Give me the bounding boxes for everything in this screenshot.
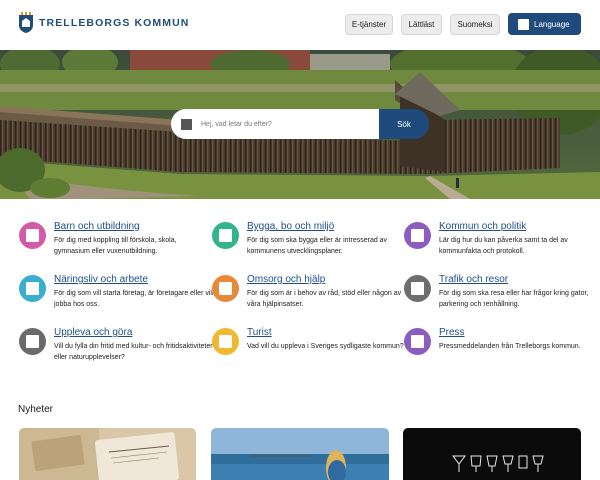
category-press[interactable]: Press Pressmeddelanden från Trelleborgs … (404, 327, 584, 371)
category-naringsliv-och-arbete[interactable]: Näringsliv och arbete För dig som vill s… (19, 274, 214, 318)
search-bar: Hej, vad letar du efter? Sök (171, 109, 429, 139)
category-bygga-bo-och-miljo[interactable]: Bygga, bo och miljö För dig som ska bygg… (212, 221, 392, 265)
category-description: Vad vill du uppleva i Sveriges sydligast… (247, 343, 404, 350)
category-title[interactable]: Press (439, 327, 465, 338)
category-icon (212, 275, 239, 302)
category-description: För dig som vill starta företag, är före… (54, 290, 214, 308)
category-title[interactable]: Näringsliv och arbete (54, 274, 148, 285)
category-description: För dig med koppling till förskola, skol… (54, 237, 177, 255)
news-card-image[interactable] (211, 428, 389, 480)
category-description: Vill du fylla din fritid med kultur- och… (54, 343, 213, 361)
category-title[interactable]: Trafik och resor (439, 274, 508, 285)
category-icon (404, 222, 431, 249)
news-card-image[interactable] (403, 428, 581, 480)
hero-banner: Hej, vad letar du efter? Sök (0, 50, 600, 199)
logo-text: TRELLEBORGS KOMMUN (39, 17, 190, 29)
language-icon (518, 18, 529, 30)
search-icon (181, 118, 192, 130)
category-trafik-och-resor[interactable]: Trafik och resor För dig som ska resa el… (404, 274, 588, 318)
site-logo[interactable]: TRELLEBORGS KOMMUN (18, 12, 189, 34)
news-card-image[interactable] (19, 428, 196, 480)
news-image-2 (211, 428, 389, 480)
category-barn-och-utbildning[interactable]: Barn och utbildning För dig med koppling… (19, 221, 199, 265)
category-description: För dig som ska bygga eller är intresser… (247, 237, 388, 255)
category-title[interactable]: Bygga, bo och miljö (247, 221, 334, 232)
category-description: För dig som är i behov av råd, stöd elle… (247, 290, 402, 308)
category-description: För dig som ska resa eller har frågor kr… (439, 290, 589, 308)
category-description: Lär dig hur du kan påverka samt ta del a… (439, 237, 568, 255)
category-turist[interactable]: Turist Vad vill du uppleva i Sveriges sy… (212, 327, 404, 371)
finnish-button[interactable]: Suomeksi (450, 14, 500, 35)
language-button[interactable]: Language (508, 13, 581, 35)
category-description: Pressmeddelanden från Trelleborgs kommun… (439, 343, 581, 350)
category-title[interactable]: Barn och utbildning (54, 221, 140, 232)
category-icon (19, 328, 46, 355)
category-icon (212, 328, 239, 355)
category-omsorg-och-hjalp[interactable]: Omsorg och hjälp För dig som är i behov … (212, 274, 401, 318)
category-icon (404, 275, 431, 302)
news-image-3 (403, 428, 581, 480)
easy-read-button[interactable]: Lättläst (401, 14, 442, 35)
category-icon (19, 275, 46, 302)
search-button[interactable]: Sök (379, 109, 429, 139)
news-heading: Nyheter (18, 404, 54, 415)
category-icon (212, 222, 239, 249)
category-icon (404, 328, 431, 355)
category-kommun-och-politik[interactable]: Kommun och politik Lär dig hur du kan på… (404, 221, 584, 265)
category-uppleva-och-gora[interactable]: Uppleva och göra Vill du fylla din friti… (19, 327, 213, 371)
category-title[interactable]: Kommun och politik (439, 221, 526, 232)
category-icon (19, 222, 46, 249)
e-services-button[interactable]: E-tjänster (345, 14, 393, 35)
category-title[interactable]: Omsorg och hjälp (247, 274, 325, 285)
news-image-1 (19, 428, 196, 480)
category-title[interactable]: Uppleva och göra (54, 327, 132, 338)
category-title[interactable]: Turist (247, 327, 272, 338)
site-header: TRELLEBORGS KOMMUN E-tjänster Lättläst S… (0, 0, 600, 50)
language-label: Language (534, 19, 570, 29)
search-input[interactable]: Hej, vad letar du efter? (171, 109, 379, 139)
search-placeholder: Hej, vad letar du efter? (201, 120, 272, 128)
crest-icon (19, 12, 33, 33)
